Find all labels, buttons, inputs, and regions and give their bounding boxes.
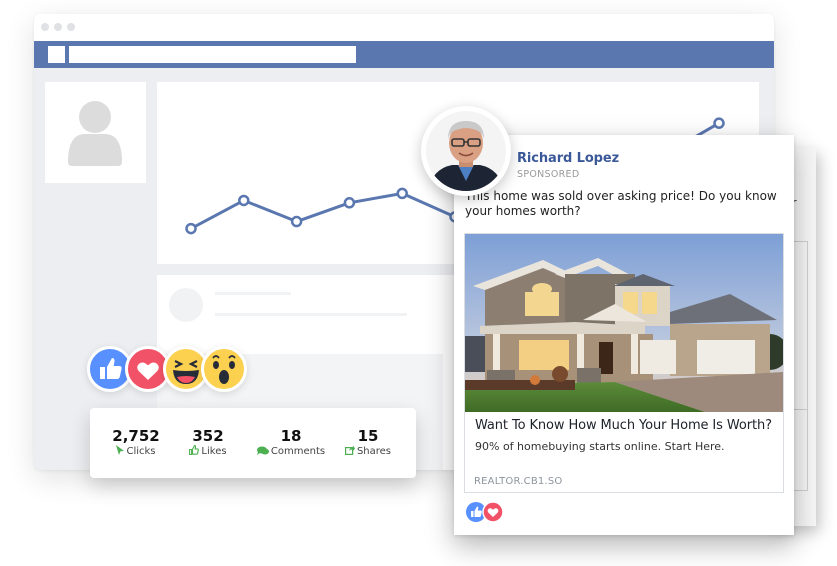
window-dot-close[interactable] <box>41 23 49 31</box>
ad-headline[interactable]: Want To Know How Much Your Home Is Worth… <box>475 418 772 433</box>
stat-value: 18 <box>280 427 302 445</box>
like-icon <box>100 358 122 379</box>
engagement-stats-card: 2,752 Clicks 352 Likes 18 Comments 15 Sh… <box>90 408 416 478</box>
house-photo[interactable] <box>465 234 783 412</box>
stat-likes: 352 Likes <box>186 427 230 458</box>
comments-icon <box>256 446 269 455</box>
cursor-icon <box>116 445 125 455</box>
data-point[interactable] <box>343 197 356 209</box>
ad-reaction-summary[interactable] <box>465 501 505 523</box>
ad-body-text: This home was sold over asking price! Do… <box>465 189 777 218</box>
stat-label-row: Likes <box>186 445 230 458</box>
browser-titlebar <box>34 14 774 41</box>
author-photo <box>426 111 506 191</box>
data-point[interactable] <box>290 215 303 228</box>
ad-reactions-icons <box>466 501 504 523</box>
stat-value: 2,752 <box>112 427 160 445</box>
stat-value: 15 <box>357 427 379 445</box>
user-silhouette-icon <box>68 101 122 166</box>
thumbs-up-icon <box>189 445 200 455</box>
stat-shares: 15 Shares <box>342 427 394 458</box>
stat-label-row: Comments <box>256 445 326 458</box>
reaction-bar <box>87 346 257 394</box>
stat-label: Likes <box>201 446 227 457</box>
laughing-emoji-icon <box>173 360 199 384</box>
ad-domain[interactable]: REALTOR.CB1.SO <box>474 476 562 487</box>
heart-icon <box>137 362 159 380</box>
ad-description: 90% of homebuying starts online. Start H… <box>475 440 725 453</box>
stat-label-row: Shares <box>342 445 394 458</box>
share-icon <box>344 445 355 455</box>
stat-label-row: Clicks <box>112 445 160 458</box>
search-bar-placeholder[interactable] <box>69 46 356 63</box>
ad-author-name[interactable]: Richard Lopez <box>517 151 619 166</box>
stat-label: Clicks <box>126 446 156 457</box>
nav-logo-placeholder[interactable] <box>48 46 65 63</box>
wow-emoji-icon <box>212 355 236 384</box>
sponsored-ad-card: Richard Lopez SPONSORED This home was so… <box>454 135 794 535</box>
data-point[interactable] <box>713 117 725 129</box>
data-point[interactable] <box>396 187 408 200</box>
stat-label: Shares <box>356 446 392 457</box>
post-text-placeholder <box>215 313 407 316</box>
window-dot-minimize[interactable] <box>54 23 62 31</box>
ad-link-preview[interactable]: Want To Know How Much Your Home Is Worth… <box>464 233 784 493</box>
window-dot-maximize[interactable] <box>67 23 75 31</box>
love-reaction-icon <box>482 501 504 523</box>
stat-comments: 18 Comments <box>256 427 326 458</box>
stat-value: 352 <box>192 427 224 445</box>
post-name-placeholder <box>215 292 291 295</box>
data-point[interactable] <box>185 222 197 235</box>
profile-picture-placeholder <box>45 82 146 183</box>
stat-label: Comments <box>270 446 326 457</box>
house-image <box>465 234 783 412</box>
author-avatar[interactable] <box>421 106 511 196</box>
sponsored-label: SPONSORED <box>517 169 580 180</box>
post-avatar-placeholder <box>169 288 203 322</box>
reaction-wow[interactable] <box>201 346 247 392</box>
stat-clicks: 2,752 Clicks <box>112 427 160 458</box>
nav-bar <box>34 41 774 68</box>
data-point[interactable] <box>238 194 250 207</box>
